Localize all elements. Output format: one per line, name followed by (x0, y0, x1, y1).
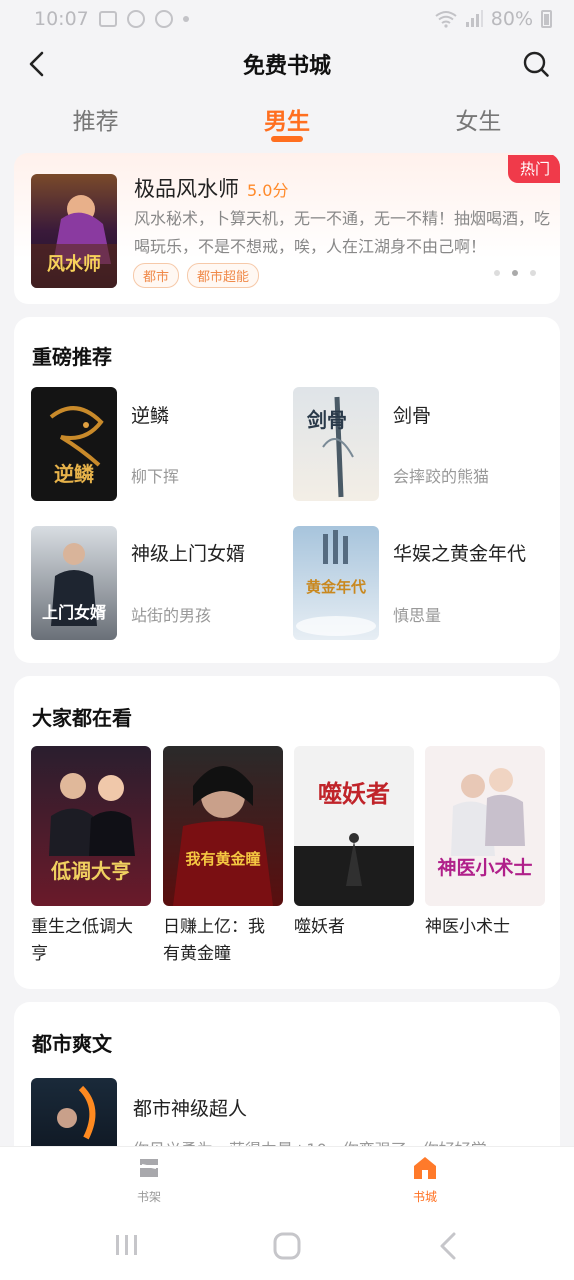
book-title-line: 日赚上亿：我 (163, 917, 265, 937)
status-bar: 10:07 80% (0, 0, 574, 38)
back-arrow-icon (29, 51, 44, 77)
svg-text:我有黄金瞳: 我有黄金瞳 (185, 850, 260, 868)
search-icon (523, 51, 549, 77)
banner-book-cover[interactable]: 风水师 (31, 174, 117, 288)
back-button[interactable] (20, 48, 52, 80)
book-cover[interactable]: 逆鳞 (31, 387, 117, 501)
book-title[interactable]: 都市神级超人 (133, 1094, 247, 1121)
sync-icon (126, 10, 145, 28)
svg-text:剑骨: 剑骨 (306, 408, 347, 432)
bottom-navigation: 书架 书城 (0, 1146, 574, 1214)
pager-dot (494, 270, 500, 276)
book-title[interactable]: 华娱之黄金年代 (393, 539, 526, 566)
status-time: 10:07 (34, 8, 89, 30)
cover-image: 低调大亨 (31, 746, 151, 906)
top-bar: 免费书城 (0, 38, 574, 90)
book-title[interactable]: 剑骨 (393, 401, 431, 428)
signal-icon (465, 10, 483, 27)
book-title-line: 亨 (31, 944, 48, 964)
battery-percent: 80% (490, 8, 533, 30)
tab-female[interactable]: 女生 (383, 92, 574, 148)
book-cover[interactable]: 剑骨 (293, 387, 379, 501)
tag-urban-power[interactable]: 都市超能 (187, 263, 260, 288)
popular-section: 大家都在看 低调大亨 重生之低调大 亨 我有黄金瞳 日赚上亿：我 有黄金瞳 噬妖… (14, 676, 560, 989)
svg-text:低调大亨: 低调大亨 (50, 859, 131, 883)
svg-text:噬妖者: 噬妖者 (318, 780, 390, 808)
hot-badge: 热门 (507, 155, 560, 183)
tab-recommend[interactable]: 推荐 (0, 92, 191, 148)
svg-text:逆鳞: 逆鳞 (54, 462, 95, 486)
book-title[interactable]: 逆鳞 (131, 401, 169, 428)
section-title: 大家都在看 (32, 706, 132, 730)
pager-dot-active (512, 270, 518, 276)
recent-apps-icon[interactable] (113, 1231, 141, 1259)
book-cover[interactable]: 黄金年代 (293, 526, 379, 640)
search-button[interactable] (520, 48, 552, 80)
cover-image: 剑骨 (293, 387, 379, 501)
featured-banner[interactable]: 风水师 极品风水师 5.0分 风水秘术，卜算天机，无一不通，无一不精！抽烟喝酒，… (14, 153, 560, 304)
book-cover[interactable]: 低调大亨 (31, 746, 151, 906)
book-author: 站街的男孩 (131, 606, 212, 625)
banner-book-title[interactable]: 极品风水师 (134, 173, 239, 203)
book-title[interactable]: 噬妖者 (294, 914, 414, 941)
system-navigation-bar (0, 1214, 574, 1280)
section-title: 重磅推荐 (32, 345, 112, 369)
nav-bookshelf[interactable]: 书架 (109, 1155, 189, 1205)
book-title-line: 重生之低调大 (31, 917, 133, 937)
page-title: 免费书城 (242, 54, 331, 79)
book-title-line: 噬妖者 (294, 917, 345, 937)
book-author: 慎思量 (393, 606, 442, 625)
cover-image: 噬妖者 (294, 746, 414, 906)
more-notifications-icon (182, 16, 189, 22)
urban-section: 都市爽文 都市神级超人 你见义勇为，获得力量+10，你变强了，你好好学 (14, 1002, 560, 1162)
cover-image: 逆鳞 (31, 387, 117, 501)
gallery-icon (98, 11, 117, 27)
cover-image: 风水师 (31, 174, 117, 288)
banner-book-score: 5.0分 (247, 181, 289, 200)
home-button-icon[interactable] (272, 1231, 302, 1261)
book-cover[interactable]: 噬妖者 (294, 746, 414, 906)
banner-pager (494, 270, 536, 276)
wifi-icon (435, 11, 457, 28)
svg-text:风水师: 风水师 (47, 253, 101, 275)
book-title-line: 有黄金瞳 (163, 944, 231, 964)
book-cover[interactable]: 神医小术士 (425, 746, 545, 906)
nav-bookstore-label: 书城 (412, 1190, 437, 1204)
book-title[interactable]: 日赚上亿：我 有黄金瞳 (163, 914, 283, 968)
book-cover[interactable]: 我有黄金瞳 (163, 746, 283, 906)
section-title: 都市爽文 (32, 1032, 112, 1056)
home-icon (414, 1157, 436, 1179)
book-title-line: 神医小术士 (425, 917, 510, 937)
app-notification-icon (154, 10, 173, 28)
nav-bookshelf-label: 书架 (136, 1190, 161, 1204)
svg-text:神医小术士: 神医小术士 (437, 856, 532, 879)
cover-image: 我有黄金瞳 (163, 746, 283, 906)
nav-bookstore[interactable]: 书城 (385, 1155, 465, 1205)
svg-text:上门女婿: 上门女婿 (42, 603, 106, 622)
battery-icon (541, 10, 552, 28)
banner-tags: 都市 都市超能 (133, 263, 260, 288)
pager-dot (530, 270, 536, 276)
book-title[interactable]: 重生之低调大 亨 (31, 914, 151, 968)
book-cover[interactable]: 上门女婿 (31, 526, 117, 640)
book-title[interactable]: 神医小术士 (425, 914, 545, 941)
svg-text:黄金年代: 黄金年代 (306, 578, 366, 596)
category-tabs: 推荐 男生 女生 (0, 92, 574, 148)
tag-urban[interactable]: 都市 (133, 263, 180, 288)
bookshelf-icon (140, 1159, 158, 1177)
system-back-icon[interactable] (436, 1231, 460, 1261)
featured-section: 重磅推荐 逆鳞 逆鳞 柳下挥 剑骨 剑骨 会摔跤的熊猫 上门女婿 神级上门女婿 … (14, 317, 560, 663)
cover-image: 黄金年代 (293, 526, 379, 640)
cover-image: 神医小术士 (425, 746, 545, 906)
book-author: 柳下挥 (131, 467, 180, 486)
book-author: 会摔跤的熊猫 (393, 467, 490, 486)
cover-image: 上门女婿 (31, 526, 117, 640)
tab-male[interactable]: 男生 (191, 92, 382, 148)
book-title[interactable]: 神级上门女婿 (131, 539, 245, 566)
banner-book-description: 风水秘术，卜算天机，无一不通，无一不精！抽烟喝酒，吃喝玩乐，不是不想戒，唉，人在… (134, 209, 551, 256)
